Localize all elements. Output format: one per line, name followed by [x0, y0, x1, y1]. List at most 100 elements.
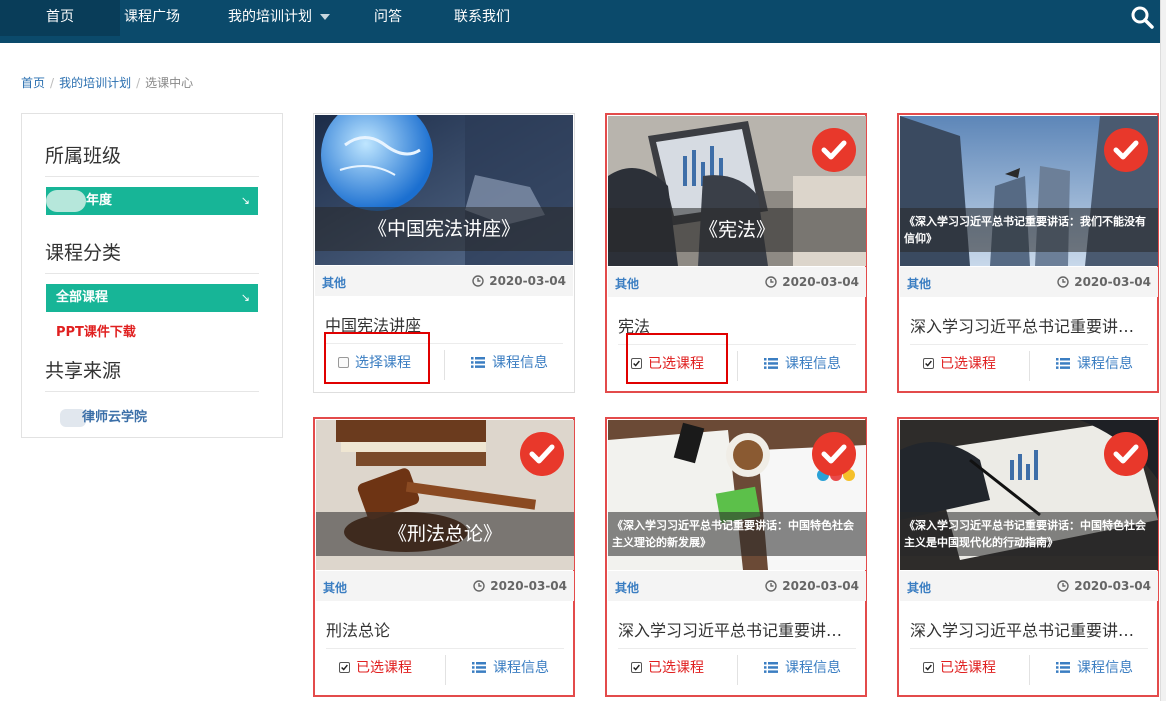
class-pill-label: 年度 [86, 193, 113, 208]
breadcrumb-training-plan[interactable]: 我的培训计划 [59, 76, 131, 90]
divider [45, 273, 259, 274]
page-scrollbar[interactable] [1160, 0, 1166, 701]
divider [618, 648, 856, 649]
course-date: 2020-03-04 [472, 274, 566, 288]
course-date-text: 2020-03-04 [782, 275, 859, 289]
course-info-button[interactable]: 课程信息 [1056, 657, 1133, 677]
thumbnail-caption: 《宪法》 [608, 208, 866, 252]
nav-item-course-plaza[interactable]: 课程广场 [122, 0, 182, 36]
thumbnail-caption: 《中国宪法讲座》 [315, 207, 573, 251]
blurred-text [46, 189, 86, 212]
source-heading: 共享来源 [45, 360, 122, 382]
list-icon [471, 357, 485, 368]
arrow-down-right-icon: ↘ [240, 194, 250, 207]
course-thumbnail: 《刑法总论》 [316, 420, 574, 570]
clock-icon [1057, 580, 1069, 592]
course-date-text: 2020-03-04 [782, 579, 859, 593]
top-nav-bar: 首页 课程广场 我的培训计划 问答 联系我们 [0, 0, 1160, 43]
course-title[interactable]: 深入学习习近平总书记重要讲话：我们不能没有信仰 [910, 313, 1148, 337]
checkbox-checked-icon [631, 662, 642, 673]
checkbox-checked-icon [339, 662, 350, 673]
course-date-text: 2020-03-04 [1074, 579, 1151, 593]
chevron-down-icon [320, 14, 330, 20]
divider [45, 391, 259, 392]
nav-item-my-training-plan-label: 我的培训计划 [228, 9, 312, 25]
select-course-label: 已选课程 [356, 660, 412, 676]
clock-icon [765, 276, 777, 288]
course-info-label: 课程信息 [1077, 660, 1133, 676]
course-date: 2020-03-04 [473, 579, 567, 593]
course-meta: 其他 2020-03-04 [900, 571, 1158, 601]
course-title[interactable]: 深入学习习近平总书记重要讲话：中国特色社会主义理论的新发展 [618, 617, 856, 641]
sidebar: 所属班级 年度 ↘ 课程分类 全部课程 ↘ PPT课件下载 共享来源 律师云学院 [21, 113, 283, 438]
nav-item-qa[interactable]: 问答 [370, 0, 406, 36]
course-thumbnail: 《深入学习习近平总书记重要讲话：中国特色社会主义理论的新发展》 [608, 420, 866, 570]
course-category: 其他 [322, 276, 347, 290]
course-date: 2020-03-04 [1057, 579, 1151, 593]
course-category: 其他 [323, 581, 348, 595]
divider [737, 351, 738, 381]
divider [1029, 351, 1030, 381]
course-title[interactable]: 刑法总论 [326, 617, 564, 641]
source-item-label: 律师云学院 [82, 410, 148, 425]
list-icon [1056, 358, 1070, 369]
course-thumbnail: 《深入学习习近平总书记重要讲话：中国特色社会主义是中国现代化的行动指南》 [900, 420, 1158, 570]
thumbnail-caption: 《深入学习习近平总书记重要讲话：中国特色社会主义理论的新发展》 [608, 512, 866, 556]
course-info-label: 课程信息 [785, 660, 841, 676]
divider [737, 655, 738, 685]
select-course-label: 已选课程 [648, 660, 704, 676]
clock-icon [1057, 276, 1069, 288]
course-info-button[interactable]: 课程信息 [472, 657, 549, 677]
course-info-button[interactable]: 课程信息 [471, 352, 548, 372]
course-date-text: 2020-03-04 [489, 274, 566, 288]
search-icon[interactable] [1130, 5, 1154, 29]
breadcrumb: 首页 / 我的培训计划 / 选课中心 [21, 74, 193, 91]
course-date: 2020-03-04 [1057, 275, 1151, 289]
breadcrumb-home[interactable]: 首页 [21, 76, 45, 90]
course-card[interactable]: 《深入学习习近平总书记重要讲话：中国特色社会主义理论的新发展》 其他 2020-… [605, 417, 867, 697]
source-item[interactable]: 律师云学院 [60, 406, 147, 427]
course-title[interactable]: 深入学习习近平总书记重要讲话：中国特色社会主义是中国现代化的行动指南 [910, 617, 1148, 641]
nav-item-contact[interactable]: 联系我们 [452, 0, 512, 36]
course-card[interactable]: 《深入学习习近平总书记重要讲话：中国特色社会主义是中国现代化的行动指南》 其他 … [897, 417, 1159, 697]
course-card[interactable]: 《深入学习习近平总书记重要讲话：我们不能没有信仰》 其他 2020-03-04 … [897, 113, 1159, 393]
course-info-button[interactable]: 课程信息 [764, 657, 841, 677]
course-thumbnail: 《中国宪法讲座》 [315, 115, 573, 265]
course-info-label: 课程信息 [785, 356, 841, 372]
course-card[interactable]: 《刑法总论》 其他 2020-03-04 刑法总论 已选课程 课程信息 [313, 417, 575, 697]
checkmark-icon [1104, 432, 1148, 476]
checkmark-icon [520, 432, 564, 476]
course-category: 其他 [615, 581, 640, 595]
select-course-button[interactable]: 已选课程 [923, 657, 996, 677]
course-thumbnail: 《深入学习习近平总书记重要讲话：我们不能没有信仰》 [900, 116, 1158, 266]
select-course-button[interactable]: 已选课程 [923, 353, 996, 373]
course-meta: 其他 2020-03-04 [608, 267, 866, 297]
annotation-highlight-box [626, 333, 728, 384]
nav-item-my-training-plan[interactable]: 我的培训计划 [228, 0, 340, 36]
divider [910, 648, 1148, 649]
thumbnail-caption: 《深入学习习近平总书记重要讲话：我们不能没有信仰》 [900, 208, 1158, 252]
course-info-label: 课程信息 [492, 355, 548, 371]
list-icon [764, 662, 778, 673]
course-meta: 其他 2020-03-04 [315, 266, 573, 296]
list-icon [472, 662, 486, 673]
breadcrumb-separator: / [136, 76, 141, 90]
course-info-button[interactable]: 课程信息 [1056, 353, 1133, 373]
ppt-download-link[interactable]: PPT课件下载 [56, 321, 136, 340]
checkmark-icon [1104, 128, 1148, 172]
select-course-button[interactable]: 已选课程 [631, 657, 704, 677]
class-filter-pill[interactable]: 年度 ↘ [46, 187, 258, 215]
arrow-down-right-icon: ↘ [240, 291, 250, 304]
select-course-button[interactable]: 已选课程 [339, 657, 412, 677]
nav-item-home[interactable]: 首页 [0, 0, 120, 36]
list-icon [1056, 662, 1070, 673]
category-filter-pill[interactable]: 全部课程 ↘ [46, 284, 258, 312]
course-info-label: 课程信息 [493, 660, 549, 676]
divider [1029, 655, 1030, 685]
course-date: 2020-03-04 [765, 275, 859, 289]
annotation-highlight-box [324, 332, 430, 384]
checkmark-icon [812, 432, 856, 476]
divider [444, 350, 445, 380]
course-info-button[interactable]: 课程信息 [764, 353, 841, 373]
checkmark-icon [812, 128, 856, 172]
